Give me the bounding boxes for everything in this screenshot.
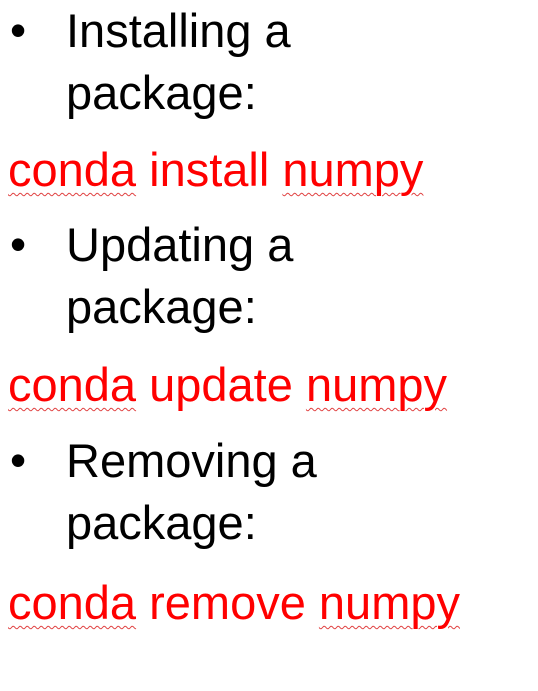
bullet-item-install: • Installing a package: [8,0,486,124]
bullet-dot-icon: • [10,4,27,56]
command-remove: conda remove numpy [8,575,460,631]
bullet-dot-icon: • [10,218,27,270]
bullet-heading-update: Updating a package: [66,218,294,333]
bullet-item-update: • Updating a package: [8,214,486,338]
bullet-item-remove: • Removing a package: [8,430,486,554]
bullet-dot-icon: • [10,434,27,486]
bullet-heading-remove: Removing a package: [66,434,317,549]
command-verb: update [149,358,293,411]
command-install: conda install numpy [8,142,423,198]
command-tool: conda [8,576,137,629]
slide: • Installing a package: conda install nu… [0,0,538,691]
command-verb: install [149,143,270,196]
command-package: numpy [282,143,424,196]
bullet-heading-install: Installing a package: [66,4,291,119]
command-update: conda update numpy [8,357,447,413]
command-tool: conda [8,143,137,196]
command-tool: conda [8,358,137,411]
command-package: numpy [305,358,448,411]
command-package: numpy [318,576,460,629]
command-verb: remove [149,576,306,629]
